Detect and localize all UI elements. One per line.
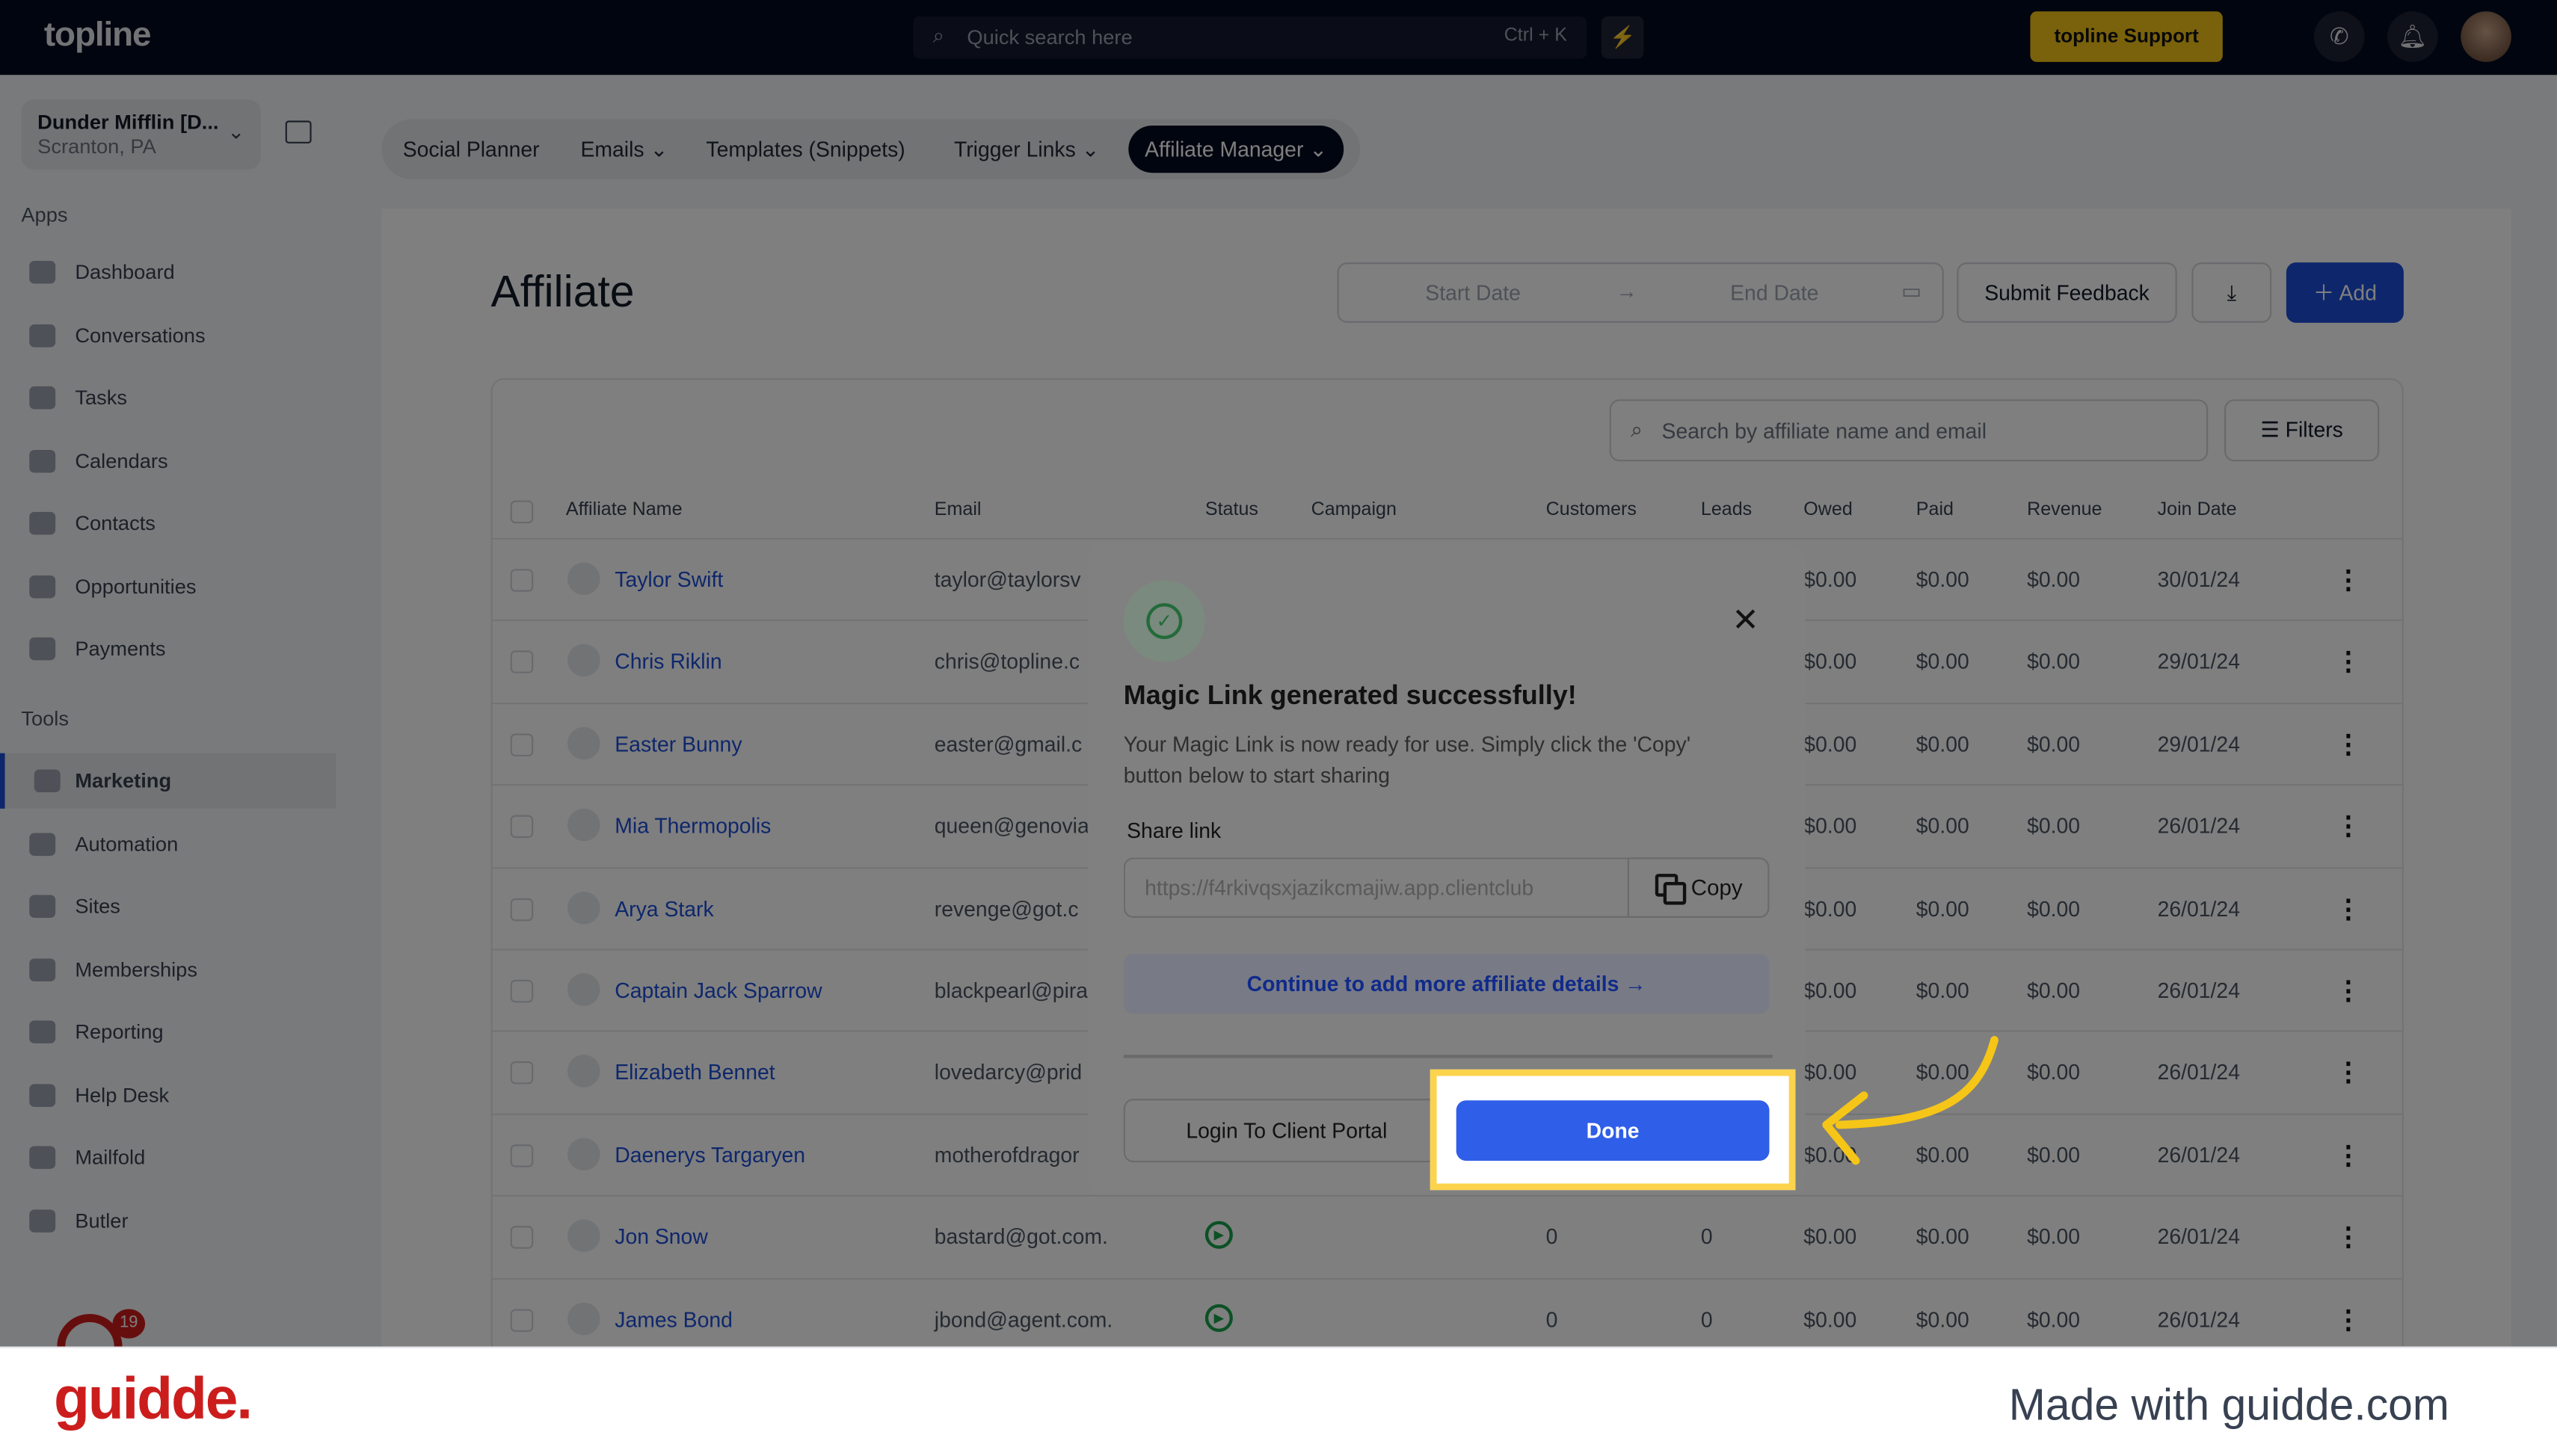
pointer-arrow-icon [1822,1036,1998,1165]
modal-title: Magic Link generated successfully! [1123,681,1577,711]
success-icon: ✓ [1123,580,1205,662]
done-button[interactable]: Done [1456,1100,1770,1161]
login-client-portal-button[interactable]: Login To Client Portal [1123,1099,1450,1163]
share-link-input[interactable]: https://f4rkivqsxjazikcmajiw.app.clientc… [1123,857,1629,918]
copy-icon-front [1663,881,1687,905]
guidde-footer: guidde. Made with guidde.com [0,1346,2557,1456]
close-icon[interactable]: ✕ [1732,600,1759,641]
divider [1123,1055,1773,1058]
made-with-text: Made with guidde.com [2008,1381,2450,1430]
guidde-logo: guidde. [53,1364,253,1432]
modal-description: Your Magic Link is now ready for use. Si… [1123,732,1691,788]
copy-button[interactable]: Copy [1627,857,1770,918]
share-link-label: Share link [1127,818,1222,843]
highlight-box: Done [1430,1069,1796,1191]
continue-button[interactable]: Continue to add more affiliate details → [1123,953,1770,1014]
copy-label: Copy [1690,875,1743,900]
continue-label: Continue to add more affiliate details [1246,971,1619,996]
